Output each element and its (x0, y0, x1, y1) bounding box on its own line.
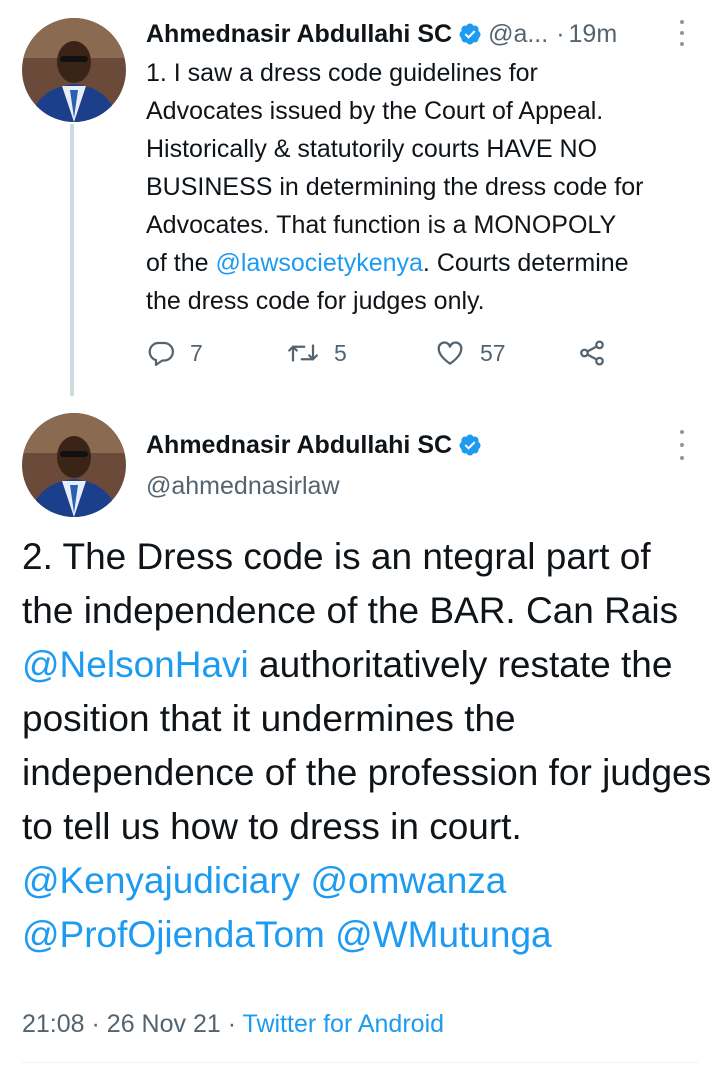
reply-icon (146, 338, 176, 368)
avatar[interactable] (22, 413, 126, 517)
share-button[interactable] (576, 335, 608, 371)
separator: · (227, 1010, 237, 1038)
divider (22, 1062, 698, 1063)
like-icon (434, 338, 466, 368)
mention-link[interactable]: @NelsonHavi (22, 644, 249, 685)
author-row: Ahmednasir Abdullahi SC (146, 428, 482, 462)
tweet-text: 2. The Dress code is an ntegral part of … (22, 530, 712, 962)
mention-link[interactable]: @WMutunga (335, 914, 551, 955)
reply-button[interactable]: 7 (146, 335, 203, 371)
retweet-button[interactable]: 5 (286, 335, 347, 371)
like-count: 57 (480, 339, 506, 366)
mention-link[interactable]: @ProfOjiendaTom (22, 914, 325, 955)
tweet-time[interactable]: 21:08 (22, 1010, 85, 1038)
more-options-icon[interactable] (674, 430, 690, 460)
mention-link[interactable]: @omwanza (310, 860, 506, 901)
verified-badge-icon (458, 22, 482, 46)
author-name[interactable]: Ahmednasir Abdullahi SC (146, 431, 452, 460)
tweet-text-part: 2. The Dress code is an ntegral part of … (22, 536, 679, 631)
like-button[interactable]: 57 (434, 335, 506, 371)
tweet-date[interactable]: 26 Nov 21 (107, 1010, 221, 1038)
share-icon (576, 338, 608, 368)
separator: · (91, 1010, 100, 1038)
author-handle[interactable]: @ahmednasirlaw (146, 472, 340, 501)
mention-link[interactable]: @Kenyajudiciary (22, 860, 300, 901)
avatar[interactable] (22, 18, 126, 122)
retweet-count: 5 (334, 339, 347, 366)
tweet-text: 1. I saw a dress code guidelines for Adv… (146, 54, 706, 320)
tweet-header: Ahmednasir Abdullahi SC @a... · 19m (146, 16, 690, 52)
thread-line (70, 124, 74, 396)
mention-link[interactable]: @lawsocietykenya (216, 249, 423, 277)
tweet-actions: 7 5 57 (146, 335, 626, 371)
profile-photo (22, 413, 126, 517)
tweet-text-part: 1. I saw a dress code guidelines for Adv… (146, 59, 644, 277)
more-options-icon[interactable] (674, 20, 690, 46)
author-handle[interactable]: @a... (488, 20, 548, 49)
tweet-time[interactable]: 19m (569, 20, 618, 49)
author-name[interactable]: Ahmednasir Abdullahi SC (146, 20, 452, 49)
profile-photo (22, 18, 126, 122)
tweet-meta: 21:08 · 26 Nov 21 · Twitter for Android (22, 1010, 444, 1039)
retweet-icon (286, 338, 320, 368)
verified-badge-icon (458, 433, 482, 457)
separator: · (556, 19, 565, 48)
tweet-source[interactable]: Twitter for Android (243, 1010, 444, 1038)
reply-count: 7 (190, 339, 203, 366)
